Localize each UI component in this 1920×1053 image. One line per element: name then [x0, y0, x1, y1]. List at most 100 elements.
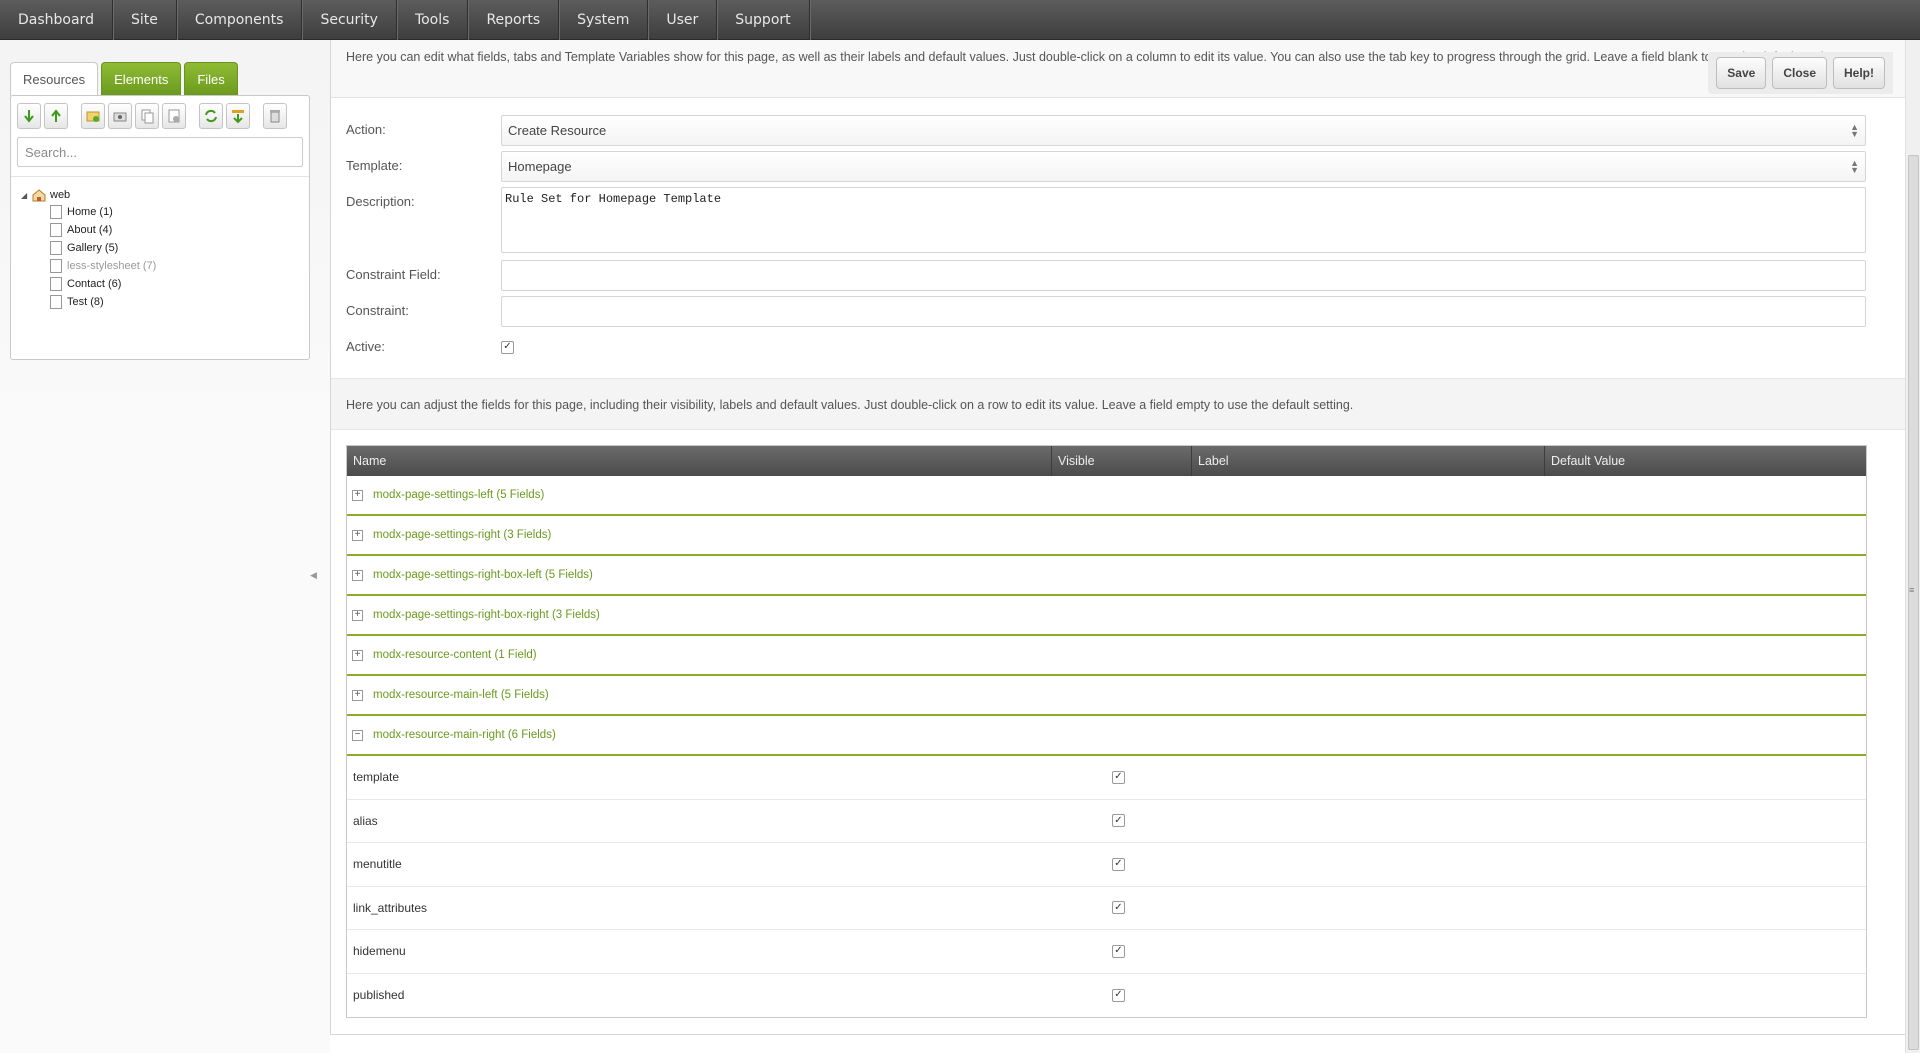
grid-group[interactable]: − modx-resource-main-right (6 Fields)	[347, 716, 1866, 756]
node-label: Test	[67, 296, 88, 308]
visible-checkbox[interactable]: ✓	[1112, 901, 1125, 915]
nav-dashboard[interactable]: Dashboard	[0, 0, 113, 40]
tree-node-test[interactable]: Test (8)	[50, 293, 156, 311]
node-id: (7)	[142, 260, 157, 272]
description-textarea[interactable]: Rule Set for Homepage Template	[501, 187, 1866, 253]
grid-group[interactable]: + modx-page-settings-right-box-left (5 Fi…	[347, 556, 1866, 596]
action-label: Action:	[346, 122, 386, 137]
help-button[interactable]: Help!	[1833, 57, 1885, 89]
nav-user[interactable]: User	[648, 0, 718, 40]
table-row[interactable]: hidemenu ✓	[347, 930, 1866, 974]
tree-node-contact[interactable]: Contact (6)	[50, 275, 156, 293]
grid-group[interactable]: + modx-page-settings-right (3 Fields)	[347, 516, 1866, 556]
tab-resources[interactable]: Resources	[10, 62, 99, 96]
node-id: (8)	[90, 296, 104, 308]
table-row[interactable]: published ✓	[347, 974, 1866, 1018]
visible-checkbox[interactable]: ✓	[1112, 814, 1125, 828]
resource-tree: ◢ web Home (1) About (4) Gallery (5) les…	[21, 187, 156, 311]
save-button[interactable]: Save	[1716, 57, 1767, 89]
new-document-icon[interactable]	[81, 103, 105, 129]
expand-icon[interactable]: +	[352, 489, 363, 501]
new-static-resource-icon[interactable]	[162, 103, 186, 129]
sort-icon[interactable]	[226, 103, 250, 129]
node-id: (6)	[107, 278, 122, 290]
expand-all-icon[interactable]	[17, 103, 41, 129]
expand-icon[interactable]: +	[352, 689, 363, 701]
trash-icon[interactable]	[263, 103, 287, 129]
group-label: modx-page-settings-left (5 Fields)	[373, 489, 545, 501]
nav-site[interactable]: Site	[113, 0, 177, 40]
fields-intro-text: Here you can adjust the fields for this …	[331, 378, 1906, 430]
collapse-arrow-icon[interactable]: ◢	[21, 191, 31, 200]
description-label: Description:	[346, 194, 415, 209]
column-name[interactable]: Name	[347, 446, 1052, 476]
node-label: About	[67, 224, 96, 236]
new-symlink-icon[interactable]	[135, 103, 159, 129]
row-name: hidemenu	[353, 944, 406, 959]
table-row[interactable]: link_attributes ✓	[347, 887, 1866, 930]
table-row[interactable]: template ✓	[347, 756, 1866, 800]
scrollbar-thumb[interactable]	[1908, 155, 1919, 1050]
template-select[interactable]: Homepage ▲ ▼	[501, 151, 1866, 182]
grid-group[interactable]: + modx-page-settings-right-box-right (3 F…	[347, 596, 1866, 636]
tree-node-about[interactable]: About (4)	[50, 221, 156, 239]
left-panel: Resources Elements Files ◢ web	[0, 40, 330, 1053]
visible-checkbox[interactable]: ✓	[1112, 944, 1125, 958]
action-select[interactable]: Create Resource ▲ ▼	[501, 115, 1866, 146]
tab-elements[interactable]: Elements	[101, 62, 182, 95]
visible-checkbox[interactable]: ✓	[1112, 770, 1125, 784]
resource-search-input[interactable]	[17, 137, 303, 167]
grip-icon: ≡	[1909, 585, 1915, 595]
visible-checkbox[interactable]: ✓	[1112, 988, 1125, 1002]
close-button[interactable]: Close	[1772, 57, 1827, 89]
select-arrows-icon: ▲ ▼	[1850, 121, 1859, 139]
collapse-all-icon[interactable]	[44, 103, 68, 129]
template-label: Template:	[346, 158, 403, 173]
table-row[interactable]: alias ✓	[347, 800, 1866, 843]
node-id: (1)	[99, 206, 113, 218]
panel-collapse-icon[interactable]: ◀	[310, 570, 317, 600]
group-label: modx-page-settings-right (3 Fields)	[373, 529, 552, 541]
select-arrows-icon: ▲ ▼	[1850, 157, 1859, 175]
visible-checkbox[interactable]: ✓	[1112, 857, 1125, 871]
nav-security[interactable]: Security	[302, 0, 397, 40]
constraint-input[interactable]	[501, 296, 1866, 327]
vertical-scrollbar[interactable]: ≡	[1905, 40, 1920, 1053]
row-name: alias	[353, 813, 378, 828]
page-icon	[50, 205, 62, 219]
expand-icon[interactable]: +	[352, 569, 363, 581]
nav-system[interactable]: System	[559, 0, 649, 40]
page-icon	[50, 223, 62, 237]
tree-root[interactable]: ◢ web	[21, 187, 156, 203]
row-name: template	[353, 770, 400, 785]
column-label[interactable]: Label	[1192, 446, 1545, 476]
node-label: Home	[67, 206, 97, 218]
active-label: Active:	[346, 339, 386, 354]
grid-group[interactable]: + modx-resource-main-left (5 Fields)	[347, 676, 1866, 716]
constraint-field-label: Constraint Field:	[346, 267, 441, 282]
column-visible[interactable]: Visible	[1052, 446, 1192, 476]
grid-group[interactable]: + modx-resource-content (1 Field)	[347, 636, 1866, 676]
nav-support[interactable]: Support	[717, 0, 810, 40]
tree-node-gallery[interactable]: Gallery (5)	[50, 239, 156, 257]
table-row[interactable]: menutitle ✓	[347, 843, 1866, 887]
home-icon	[32, 189, 46, 202]
nav-reports[interactable]: Reports	[468, 0, 560, 40]
nav-tools[interactable]: Tools	[397, 0, 469, 40]
template-select-value: Homepage	[508, 159, 572, 174]
expand-icon[interactable]: +	[352, 529, 363, 541]
tree-node-home[interactable]: Home (1)	[50, 203, 156, 221]
expand-icon[interactable]: +	[352, 609, 363, 621]
grid-group[interactable]: + modx-page-settings-left (5 Fields)	[347, 476, 1866, 516]
column-default-value[interactable]: Default Value	[1545, 446, 1866, 476]
tree-node-less-stylesheet[interactable]: less-stylesheet (7)	[50, 257, 156, 275]
new-weblink-icon[interactable]	[108, 103, 132, 129]
tab-files[interactable]: Files	[184, 62, 238, 95]
active-checkbox[interactable]: ✓	[501, 340, 514, 354]
expand-icon[interactable]: +	[352, 649, 363, 661]
collapse-icon[interactable]: −	[352, 729, 363, 741]
constraint-label: Constraint:	[346, 303, 409, 318]
nav-components[interactable]: Components	[177, 0, 303, 40]
refresh-icon[interactable]	[199, 103, 223, 129]
constraint-field-input[interactable]	[501, 260, 1866, 291]
